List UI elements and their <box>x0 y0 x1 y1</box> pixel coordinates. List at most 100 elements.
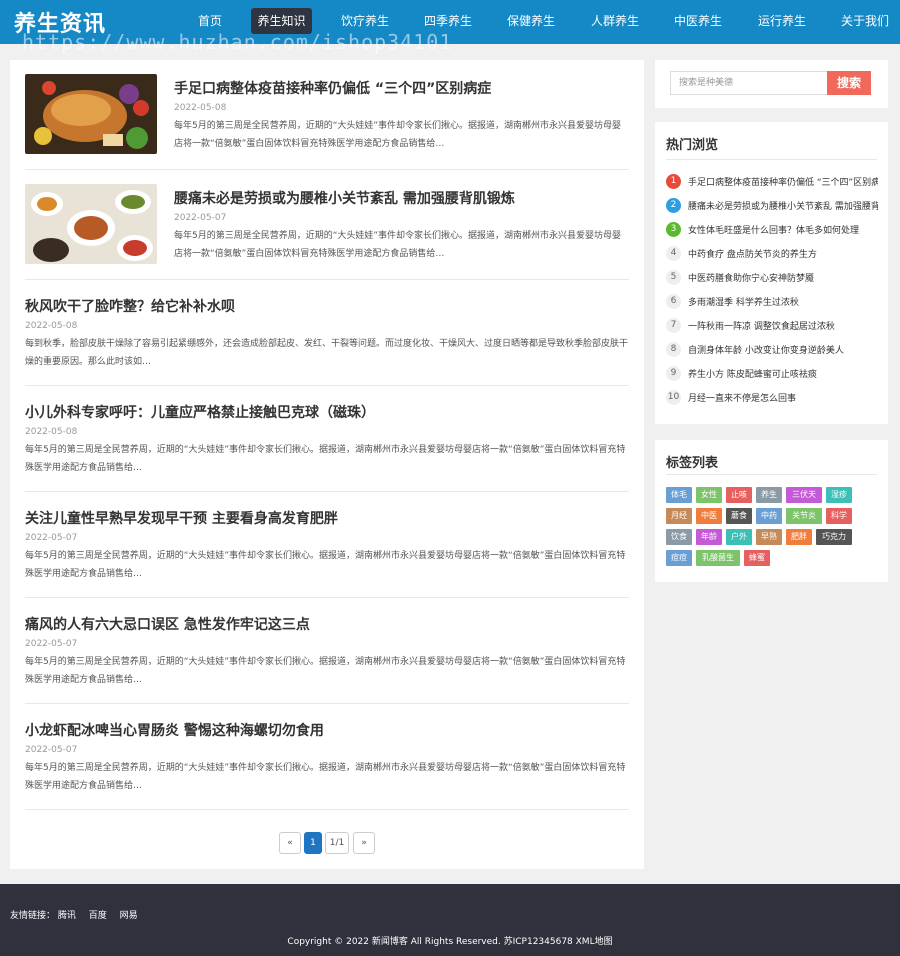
hot-list-item[interactable]: 8 自测身体年龄 小改变让你变身逆龄美人 <box>666 341 878 357</box>
rank-badge: 9 <box>666 366 681 381</box>
article-thumbnail[interactable] <box>25 74 157 154</box>
hot-item-title: 一阵秋雨一阵凉 调整饮食起居过浓秋 <box>688 322 835 332</box>
tag-list-box: 标签列表 体毛 女性 止咳 养生 三伏天 湿疹 月经 中医 蘑食 中药 关节炎 … <box>655 440 888 582</box>
hot-list-item[interactable]: 9 养生小方 陈皮配蜂蜜可止咳祛痰 <box>666 365 878 381</box>
top-header: 养生资讯 首页 养生知识 饮疗养生 四季养生 保健养生 人群养生 中医养生 运行… <box>0 0 900 54</box>
tag-item[interactable]: 中药 <box>756 508 782 524</box>
hot-list-item[interactable]: 7 一阵秋雨一阵凉 调整饮食起居过浓秋 <box>666 317 878 333</box>
tag-item[interactable]: 乳酸菌生 <box>696 550 740 566</box>
article-title[interactable]: 痛风的人有六大忌口误区 急性发作牢记这三点 <box>25 614 310 634</box>
rank-badge: 8 <box>666 342 681 357</box>
hot-item-title: 腰痛未必是劳损或为腰椎小关节紊乱 需加强腰背肌锻炼 <box>688 202 878 212</box>
friend-link[interactable]: 腾讯 <box>58 911 76 921</box>
tag-item[interactable]: 湿疹 <box>826 487 852 503</box>
hot-item-title: 月经一直来不停是怎么回事 <box>688 394 797 404</box>
article-title[interactable]: 小儿外科专家呼吁：儿童应严格禁止接触巴克球（磁珠） <box>25 402 375 422</box>
page-info: 1/1 <box>325 832 349 854</box>
nav-item-tcm[interactable]: 中医养生 <box>668 8 728 34</box>
rank-badge: 1 <box>666 174 681 189</box>
article-summary: 每年5月的第三周是全民营养周，近期的“大头娃娃”事件却令家长们揪心。据报道，湖南… <box>174 121 622 149</box>
tag-item[interactable]: 蜂蜜 <box>744 550 770 566</box>
page-1-button[interactable]: 1 <box>304 832 322 854</box>
hot-list-item[interactable]: 5 中医药膳食助你宁心安神防梦魇 <box>666 269 878 285</box>
article-item: 手足口病整体疫苗接种率仍偏低 “三个四”区别病症 2022-05-08 每年5月… <box>25 74 629 170</box>
hot-item-title: 多雨潮湿季 科学养生过浓秋 <box>688 298 799 308</box>
friend-link[interactable]: 百度 <box>89 911 107 921</box>
article-date: 2022-05-07 <box>25 745 78 755</box>
search-box: 搜索是种美德 搜索 <box>655 60 888 108</box>
rank-badge: 2 <box>666 198 681 213</box>
watermark-url: https://www.huzhan.com/ishop34101 <box>22 30 453 54</box>
hot-item-title: 女性体毛旺盛是什么回事？体毛多如何处理 <box>688 226 860 236</box>
search-input[interactable]: 搜索是种美德 <box>670 71 827 95</box>
hot-list-item[interactable]: 10 月经一直来不停是怎么回事 <box>666 389 878 405</box>
tag-item[interactable]: 女性 <box>696 487 722 503</box>
rank-badge: 4 <box>666 246 681 261</box>
nav-item-care[interactable]: 保健养生 <box>501 8 561 34</box>
tag-item[interactable]: 止咳 <box>726 487 752 503</box>
tag-item[interactable]: 体毛 <box>666 487 692 503</box>
friend-links: 友情链接： 腾讯 百度 网易 <box>10 908 148 921</box>
article-summary: 每年5月的第三周是全民营养周，近期的“大头娃娃”事件却令家长们揪心。据报道，湖南… <box>25 551 626 579</box>
article-title[interactable]: 秋风吹干了脸咋整？给它补补水呗 <box>25 296 235 316</box>
hot-list-item[interactable]: 1 手足口病整体疫苗接种率仍偏低 “三个四”区别病症 <box>666 173 878 189</box>
search-button[interactable]: 搜索 <box>827 71 871 95</box>
article-summary: 每年5月的第三周是全民营养周，近期的“大头娃娃”事件却令家长们揪心。据报道，湖南… <box>25 763 626 791</box>
article-date: 2022-05-07 <box>174 213 227 223</box>
tag-item[interactable]: 户外 <box>726 529 752 545</box>
divider <box>666 474 877 475</box>
article-date: 2022-05-07 <box>25 639 78 649</box>
site-footer: 友情链接： 腾讯 百度 网易 Copyright © 2022 新闻博客 All… <box>0 884 900 956</box>
article-item: 小龙虾配冰啤当心胃肠炎 警惕这种海螺切勿食用 2022-05-07 每年5月的第… <box>25 718 629 810</box>
article-title[interactable]: 关注儿童性早熟早发现早干预 主要看身高发育肥胖 <box>25 508 338 528</box>
copyright-text: Copyright © 2022 新闻博客 All Rights Reserve… <box>287 937 613 947</box>
article-summary: 每年5月的第三周是全民营养周，近期的“大头娃娃”事件却令家长们揪心。据报道，湖南… <box>25 445 626 473</box>
tag-item[interactable]: 月经 <box>666 508 692 524</box>
article-summary: 每年5月的第三周是全民营养周，近期的“大头娃娃”事件却令家长们揪心。据报道，湖南… <box>25 657 626 685</box>
tag-item[interactable]: 三伏天 <box>786 487 822 503</box>
tag-list-title: 标签列表 <box>666 456 719 471</box>
tag-item[interactable]: 关节炎 <box>786 508 822 524</box>
tag-item[interactable]: 肥胖 <box>786 529 812 545</box>
divider <box>666 159 877 160</box>
article-title[interactable]: 腰痛未必是劳损或为腰椎小关节紊乱 需加强腰背肌锻炼 <box>174 188 515 208</box>
article-title[interactable]: 手足口病整体疫苗接种率仍偏低 “三个四”区别病症 <box>174 78 491 98</box>
nav-item-about[interactable]: 关于我们 <box>835 8 895 34</box>
tag-item[interactable]: 蘑食 <box>726 508 752 524</box>
tag-item[interactable]: 饮食 <box>666 529 692 545</box>
tag-item[interactable]: 科学 <box>826 508 852 524</box>
nav-item-groups[interactable]: 人群养生 <box>585 8 645 34</box>
hot-list-item[interactable]: 4 中药食疗 盘点防关节炎的养生方 <box>666 245 878 261</box>
tag-item[interactable]: 巧克力 <box>816 529 852 545</box>
article-summary: 每到秋季，脸部皮肤干燥除了容易引起紧绷感外，还会造成脸部起皮、发红、干裂等问题。… <box>25 339 629 367</box>
article-title[interactable]: 小龙虾配冰啤当心胃肠炎 警惕这种海螺切勿食用 <box>25 720 324 740</box>
prev-page-button[interactable]: « <box>279 832 301 854</box>
rank-badge: 6 <box>666 294 681 309</box>
next-page-button[interactable]: » <box>353 832 375 854</box>
tag-item[interactable]: 早熟 <box>756 529 782 545</box>
tag-item[interactable]: 养生 <box>756 487 782 503</box>
rank-badge: 7 <box>666 318 681 333</box>
hot-item-title: 手足口病整体疫苗接种率仍偏低 “三个四”区别病症 <box>688 178 878 188</box>
article-thumbnail[interactable] <box>25 184 157 264</box>
article-list: 手足口病整体疫苗接种率仍偏低 “三个四”区别病症 2022-05-08 每年5月… <box>10 60 644 869</box>
article-item: 小儿外科专家呼吁：儿童应严格禁止接触巴克球（磁珠） 2022-05-08 每年5… <box>25 400 629 492</box>
hot-item-title: 自测身体年龄 小改变让你变身逆龄美人 <box>688 346 844 356</box>
article-date: 2022-05-08 <box>174 103 227 113</box>
tag-item[interactable]: 中医 <box>696 508 722 524</box>
friend-link[interactable]: 网易 <box>120 911 138 921</box>
tag-item[interactable]: 痘痘 <box>666 550 692 566</box>
tag-item[interactable]: 年龄 <box>696 529 722 545</box>
rank-badge: 10 <box>666 390 681 405</box>
nav-item-exercise[interactable]: 运行养生 <box>752 8 812 34</box>
hot-list-box: 热门浏览 1 手足口病整体疫苗接种率仍偏低 “三个四”区别病症 2 腰痛未必是劳… <box>655 122 888 424</box>
hot-list-item[interactable]: 6 多雨潮湿季 科学养生过浓秋 <box>666 293 878 309</box>
article-item: 痛风的人有六大忌口误区 急性发作牢记这三点 2022-05-07 每年5月的第三… <box>25 612 629 704</box>
hot-item-title: 中医药膳食助你宁心安神防梦魇 <box>688 274 815 284</box>
article-item: 腰痛未必是劳损或为腰椎小关节紊乱 需加强腰背肌锻炼 2022-05-07 每年5… <box>25 184 629 280</box>
rank-badge: 5 <box>666 270 681 285</box>
hot-list-item[interactable]: 2 腰痛未必是劳损或为腰椎小关节紊乱 需加强腰背肌锻炼 <box>666 197 878 213</box>
article-date: 2022-05-08 <box>25 427 78 437</box>
rank-badge: 3 <box>666 222 681 237</box>
hot-list-item[interactable]: 3 女性体毛旺盛是什么回事？体毛多如何处理 <box>666 221 878 237</box>
